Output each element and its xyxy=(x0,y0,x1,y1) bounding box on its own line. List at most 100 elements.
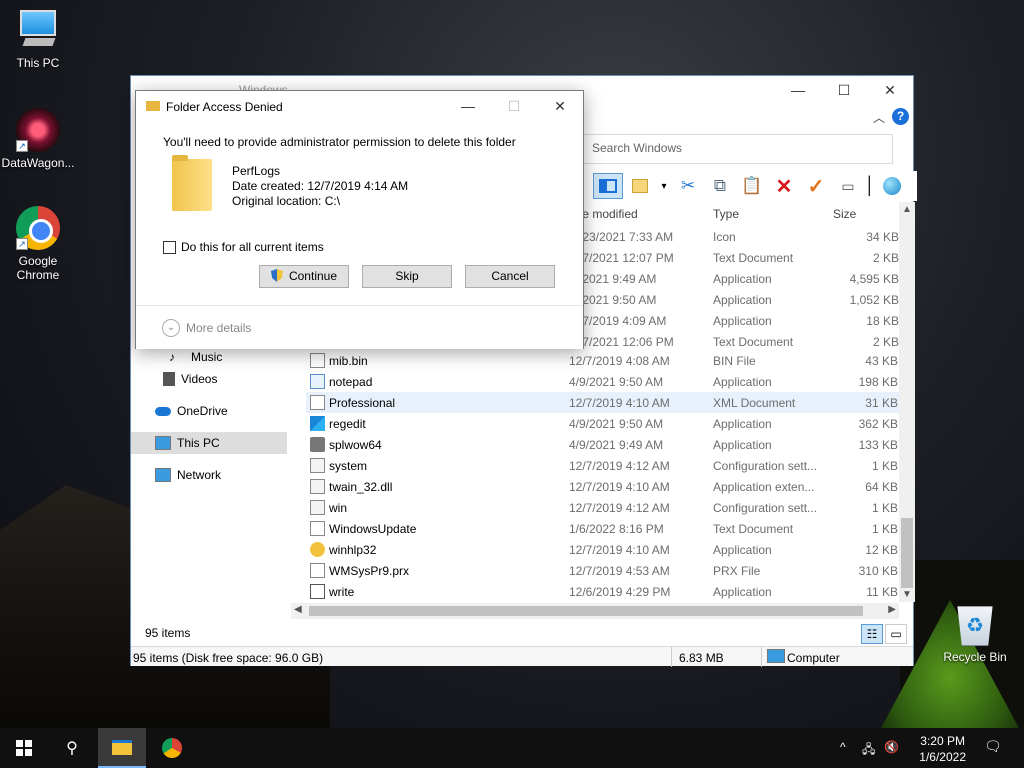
cut-icon[interactable]: ✂ xyxy=(673,173,703,199)
chevron-up-icon[interactable]: ︿ xyxy=(873,109,885,126)
table-row[interactable]: Professional 12/7/2019 4:10 AM XML Documen… xyxy=(306,392,906,413)
table-row[interactable]: notepad 4/9/2021 9:50 AM Application 198 KB xyxy=(306,371,906,392)
skip-button[interactable]: Skip xyxy=(362,265,452,288)
checkmark-icon[interactable]: ✓ xyxy=(801,173,831,199)
search-input[interactable] xyxy=(592,141,872,155)
table-row[interactable]: mib.bin 12/7/2019 4:08 AM BIN File 43 KB xyxy=(306,350,906,371)
scroll-right-arrow[interactable]: ▶ xyxy=(888,604,896,615)
minimize-button[interactable]: — xyxy=(775,76,821,104)
table-row[interactable]: WindowsUpdate 1/6/2022 8:16 PM Text Docume… xyxy=(306,518,906,539)
scroll-down-arrow[interactable]: ▼ xyxy=(902,589,912,600)
cell-type: BIN File xyxy=(713,354,756,368)
nav-item-network[interactable]: Network xyxy=(131,464,287,486)
desktop-icon-chrome[interactable]: ↗ Google Chrome xyxy=(0,206,80,282)
file-list: mib.bin 12/7/2019 4:08 AM BIN File 43 KB not… xyxy=(306,350,906,602)
close-button[interactable]: ✕ xyxy=(867,76,913,104)
cell-type: XML Document xyxy=(713,396,796,410)
table-row[interactable]: WMSysPr9.prx 12/7/2019 4:53 AM PRX File 310… xyxy=(306,560,906,581)
apply-all-checkbox[interactable]: Do this for all current items xyxy=(163,240,324,254)
cell-type: Application exten... xyxy=(713,480,815,494)
xml-file-icon xyxy=(310,395,325,410)
column-type[interactable]: Type xyxy=(713,207,739,221)
taskbar-chrome[interactable] xyxy=(148,728,196,768)
table-row[interactable]: /7/2019 4:09 AM Application 18 KB xyxy=(579,310,907,331)
button-label: Skip xyxy=(395,269,419,283)
recycle-bin-icon xyxy=(957,606,993,646)
tray-chevron-up-icon[interactable]: ^ xyxy=(840,740,846,754)
search-button[interactable]: ⚲ xyxy=(48,728,96,768)
cell-name: Professional xyxy=(329,396,396,410)
column-date-modified[interactable]: te modified xyxy=(579,207,638,221)
cell-type: Application xyxy=(713,417,772,431)
dialog-close-button[interactable]: ✕ xyxy=(537,91,583,121)
scroll-up-arrow[interactable]: ▲ xyxy=(902,204,912,215)
large-icons-view-icon[interactable]: ▭ xyxy=(885,624,907,644)
desktop-icon-datawagon[interactable]: ↗ DataWagon... xyxy=(0,108,80,170)
continue-button[interactable]: Continue xyxy=(259,265,349,288)
nav-item-videos[interactable]: Videos xyxy=(131,368,287,390)
nav-item-music[interactable]: ♪ Music xyxy=(131,346,287,368)
toolbar-separator: │ xyxy=(864,176,876,195)
maximize-button[interactable]: ☐ xyxy=(821,76,867,104)
dialog-minimize-button[interactable]: — xyxy=(445,91,491,121)
table-row[interactable]: /23/2021 7:33 AM Icon 34 KB xyxy=(579,226,907,247)
details-view-icon[interactable]: ☷ xyxy=(861,624,883,644)
table-row[interactable]: system 12/7/2019 4:12 AM Configuration set… xyxy=(306,455,906,476)
table-row[interactable]: /2021 9:49 AM Application 4,595 KB xyxy=(579,268,907,289)
preview-pane-button[interactable] xyxy=(593,173,623,199)
scroll-thumb[interactable] xyxy=(901,518,913,588)
table-row[interactable]: /2021 9:50 AM Application 1,052 KB xyxy=(579,289,907,310)
status-location: Computer xyxy=(787,651,840,665)
help-icon[interactable]: ? xyxy=(892,108,909,125)
column-size[interactable]: Size xyxy=(833,207,856,221)
properties-button[interactable] xyxy=(625,173,655,199)
cancel-button[interactable]: Cancel xyxy=(465,265,555,288)
notifications-icon[interactable]: 🗨 xyxy=(984,738,1002,755)
horizontal-scrollbar[interactable]: ◀ ▶ xyxy=(291,603,899,619)
nav-label: This PC xyxy=(177,436,220,450)
network-status-icon[interactable]: 🖧 xyxy=(862,740,875,761)
cell-name: mib.bin xyxy=(329,354,368,368)
more-details-toggle[interactable]: ⌄ More details xyxy=(162,319,251,337)
nav-label: Network xyxy=(177,468,222,482)
desktop-icon-recycle-bin[interactable]: Recycle Bin xyxy=(933,602,1017,664)
computer-icon xyxy=(16,8,60,52)
music-icon: ♪ xyxy=(169,350,175,364)
cell-size: 4,595 KB xyxy=(849,272,899,286)
clock[interactable]: 3:20 PM 1/6/2022 xyxy=(919,733,966,765)
table-row[interactable]: regedit 4/9/2021 9:50 AM Application 362 KB xyxy=(306,413,906,434)
chevron-down-icon[interactable]: ▾ xyxy=(657,173,671,199)
taskbar-file-explorer[interactable] xyxy=(98,728,146,768)
notepad-icon xyxy=(310,374,325,389)
table-row[interactable]: win 12/7/2019 4:12 AM Configuration sett..… xyxy=(306,497,906,518)
desktop-icon-this-pc[interactable]: This PC xyxy=(0,8,80,70)
start-button[interactable] xyxy=(0,728,48,768)
table-row[interactable]: write 12/6/2019 4:29 PM Application 11 KB xyxy=(306,581,906,602)
table-row[interactable]: twain_32.dll 12/7/2019 4:10 AM Application… xyxy=(306,476,906,497)
nav-item-this-pc[interactable]: This PC xyxy=(131,432,287,454)
table-row[interactable]: /7/2021 12:06 PM Text Document 2 KB xyxy=(579,331,907,352)
paste-icon[interactable]: 📋 xyxy=(737,173,767,199)
vertical-scrollbar[interactable]: ▲ ▼ xyxy=(899,202,915,602)
volume-muted-icon[interactable]: 🔇 xyxy=(884,740,899,754)
checkbox-box[interactable] xyxy=(163,240,176,254)
help-app-icon xyxy=(310,542,325,557)
dialog-maximize-button: ☐ xyxy=(507,97,521,114)
table-row[interactable]: splwow64 4/9/2021 9:49 AM Application 133 K… xyxy=(306,434,906,455)
desktop-icon-label: Google Chrome xyxy=(16,254,60,282)
table-row[interactable]: /7/2021 12:07 PM Text Document 2 KB xyxy=(579,247,907,268)
table-row[interactable]: winhlp32 12/7/2019 4:10 AM Application 12 K… xyxy=(306,539,906,560)
rename-icon[interactable]: ▭ xyxy=(833,173,863,199)
original-location: Original location: C:\ xyxy=(232,194,341,208)
delete-icon[interactable]: ✕ xyxy=(769,173,799,199)
desktop-icon-label: This PC xyxy=(16,56,60,70)
onedrive-icon xyxy=(155,406,171,416)
search-box[interactable] xyxy=(581,134,893,164)
nav-item-onedrive[interactable]: OneDrive xyxy=(131,400,287,422)
button-label: Cancel xyxy=(491,269,529,283)
globe-icon[interactable] xyxy=(877,173,907,199)
folder-access-denied-dialog: Folder Access Denied — ☐ ✕ You'll need t… xyxy=(135,90,584,349)
copy-icon[interactable]: ⧉ xyxy=(705,173,735,199)
scroll-left-arrow[interactable]: ◀ xyxy=(294,604,302,615)
scroll-thumb[interactable] xyxy=(309,606,863,616)
